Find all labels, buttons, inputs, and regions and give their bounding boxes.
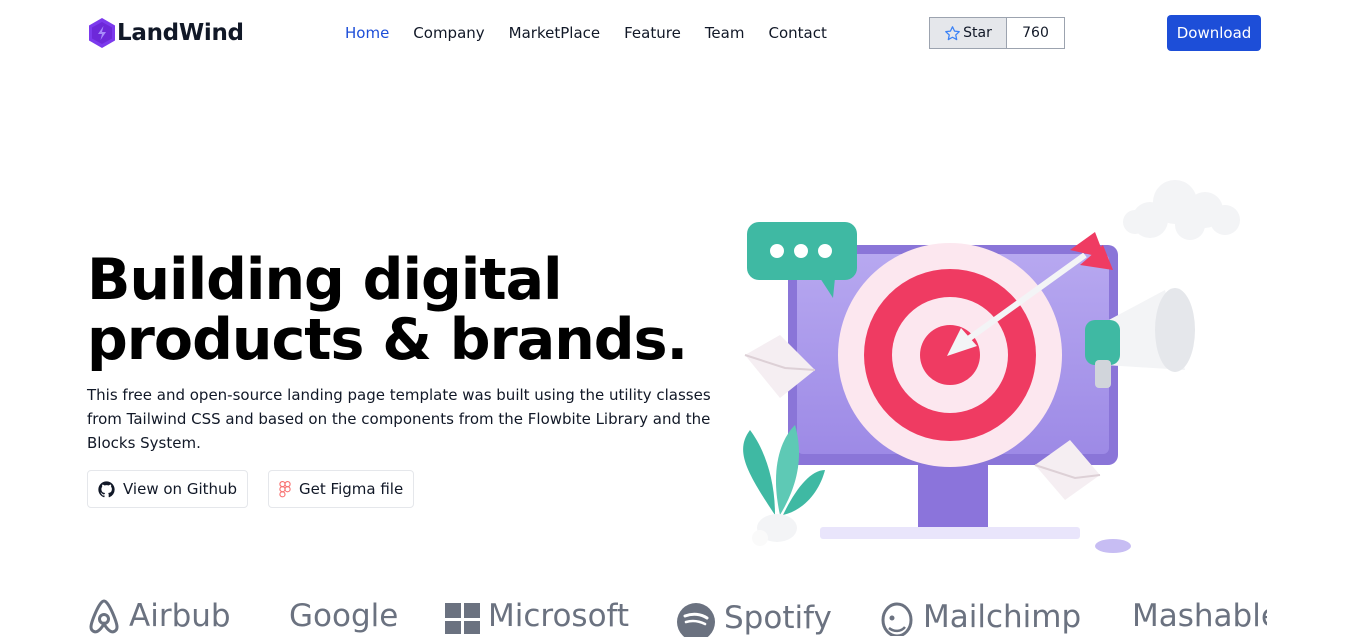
logo-mailchimp[interactable]: Mailchimp (879, 598, 1081, 636)
logo-mailchimp-label: Mailchimp (923, 599, 1082, 635)
get-figma-label: Get Figma file (299, 480, 404, 498)
brand-name: LandWind (117, 20, 244, 46)
get-figma-button[interactable]: Get Figma file (268, 470, 415, 508)
nav-item-feature[interactable]: Feature (624, 24, 681, 42)
logo-airbub[interactable]: Airbub (87, 598, 231, 634)
download-button[interactable]: Download (1167, 15, 1261, 51)
monitor-stand (918, 460, 988, 530)
mailchimp-icon (881, 602, 913, 636)
logo-spotify[interactable]: Spotify (676, 598, 832, 637)
nav-item-contact[interactable]: Contact (768, 24, 826, 42)
mouse-image (1095, 539, 1131, 553)
star-count[interactable]: 760 (1007, 17, 1065, 49)
logo-microsoft[interactable]: Microsoft (445, 598, 629, 634)
logo-mashable[interactable]: Mashable (1132, 598, 1267, 634)
nav-item-team[interactable]: Team (705, 24, 745, 42)
cloud-image (1123, 180, 1240, 240)
hero-description: This free and open-source landing page t… (87, 386, 711, 452)
hero-title: Building digital products & brands. (87, 250, 707, 370)
figma-icon (279, 480, 291, 497)
keyboard-image (820, 527, 1080, 539)
nav-item-company[interactable]: Company (413, 24, 484, 42)
star-button[interactable]: Star (929, 17, 1007, 49)
navbar: LandWind Home Company MarketPlace Featur… (0, 0, 1349, 68)
logo-microsoft-label: Microsoft (488, 598, 630, 634)
brand-logo[interactable]: LandWind (87, 17, 244, 49)
logo-spotify-label: Spotify (724, 600, 832, 636)
windows-icon (445, 602, 480, 634)
star-icon (945, 25, 961, 40)
nav-item-home[interactable]: Home (345, 24, 389, 42)
hero-title-line1: Building digital (87, 247, 563, 313)
spotify-icon (677, 603, 715, 637)
hero-buttons: View on Github Get Figma file (87, 470, 415, 508)
logo-google-label: Google (289, 598, 399, 634)
partner-logos: Airbub Google Microsoft Spotify Mailchim… (87, 598, 1267, 637)
github-star-widget: Star 760 (929, 17, 1065, 49)
view-github-label: View on Github (123, 480, 238, 498)
logo-mashable-label: Mashable (1132, 598, 1267, 634)
view-github-button[interactable]: View on Github (87, 470, 249, 508)
github-icon (98, 480, 115, 497)
star-label: Star (963, 25, 992, 41)
logo-airbub-label: Airbub (129, 598, 231, 634)
nav-item-marketplace[interactable]: MarketPlace (509, 24, 600, 42)
hero-illustration (743, 180, 1240, 553)
hexagon-bolt-icon (89, 18, 115, 48)
logo-google[interactable]: Google (289, 598, 398, 634)
airbnb-icon (89, 599, 119, 634)
hero-title-line2: products & brands. (87, 307, 688, 373)
main-menu: Home Company MarketPlace Feature Team Co… (345, 24, 851, 42)
